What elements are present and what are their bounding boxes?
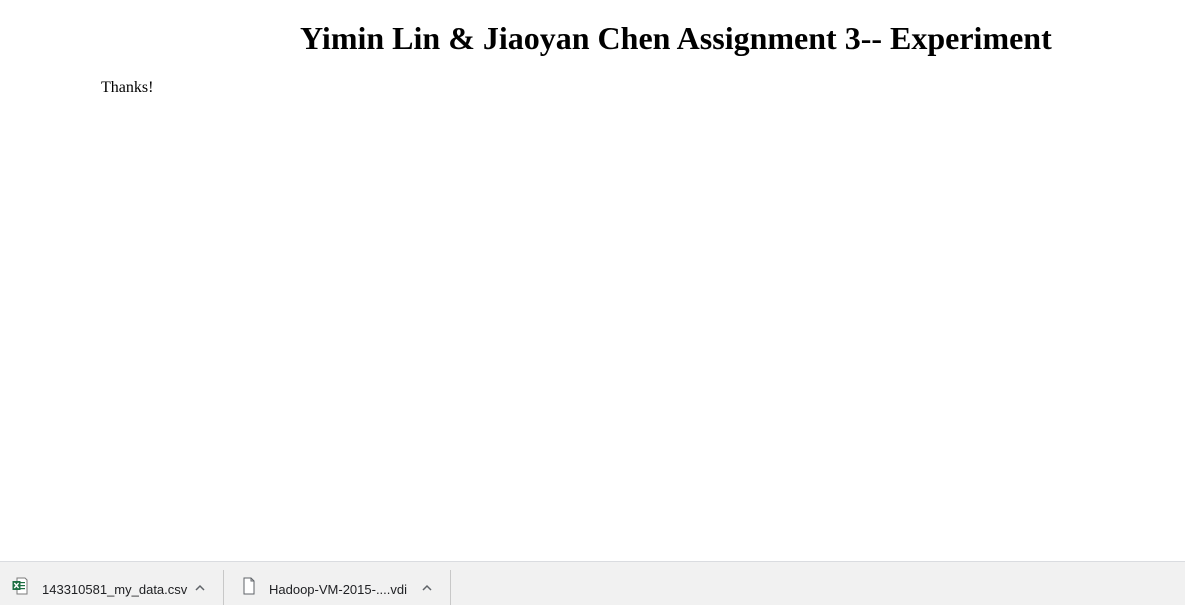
divider [223,570,224,605]
download-item-vdi[interactable]: Hadoop-VM-2015-....vdi [225,568,450,600]
download-item-csv[interactable]: 143310581_my_data.csv [0,568,223,600]
page-title: Yimin Lin & Jiaoyan Chen Assignment 3-- … [300,20,1052,56]
download-shelf: 143310581_my_data.csv Hadoop-VM-2015-...… [0,561,1185,605]
chevron-up-icon[interactable] [193,581,207,595]
excel-csv-file-icon [12,577,28,595]
divider [450,570,451,605]
generic-file-icon [241,577,257,595]
chevron-up-icon[interactable] [420,581,434,595]
web-page-content: Yimin Lin & Jiaoyan Chen Assignment 3-- … [0,0,1185,561]
download-filename: 143310581_my_data.csv [42,582,188,597]
thanks-message: Thanks! [101,79,154,96]
download-filename: Hadoop-VM-2015-....vdi [269,582,408,597]
